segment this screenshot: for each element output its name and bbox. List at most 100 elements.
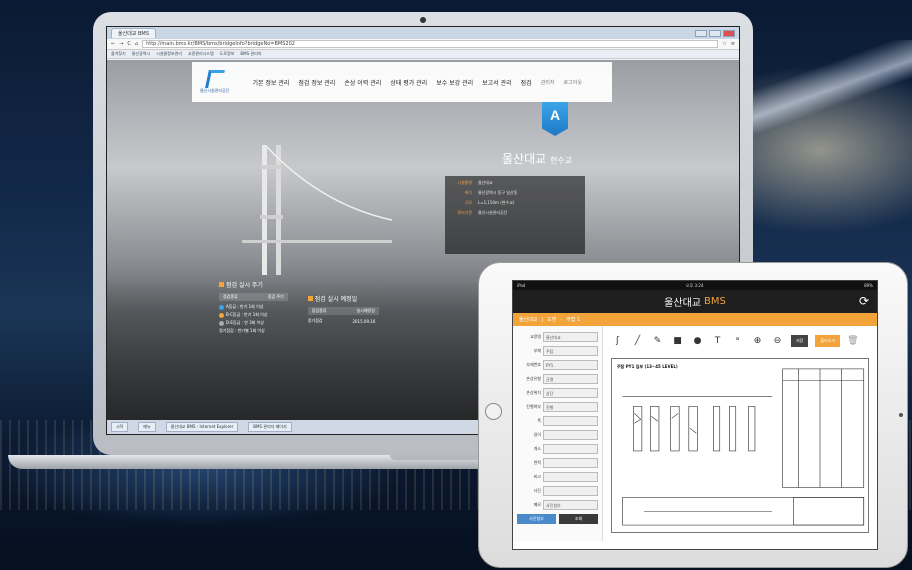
browser-tab[interactable]: 울산대교 BMS [111, 28, 156, 38]
form-row: 개소 [517, 444, 598, 454]
site-logo[interactable]: 울산시설관리공단 [200, 70, 229, 94]
bookmark-item[interactable]: 즐겨찾기 [111, 51, 126, 57]
load-button[interactable]: 불러오기 [815, 335, 841, 347]
info-key: 규모 [464, 200, 472, 205]
form-label: 폭 [537, 418, 541, 423]
photo-button[interactable]: 사진첨부 [517, 514, 556, 524]
schedule-col: 점검 주기 [267, 294, 284, 299]
nav-basic-info[interactable]: 기본 정보 관리 [252, 78, 289, 87]
forward-icon[interactable]: → [119, 41, 123, 47]
tablet-screen: iPad 오후 3:24 89% 울산대교 BMS ⟳ 울산대교 | 도면 › 주탑… [512, 280, 878, 550]
grade-dot-icon [219, 320, 224, 326]
bridge-name: 울산대교 [502, 152, 547, 166]
form-label: 손상유형 [526, 376, 541, 381]
text-icon[interactable]: T [711, 336, 724, 346]
search-button[interactable]: 조회 [559, 514, 598, 524]
circle-icon[interactable]: ● [691, 336, 704, 346]
maximize-button[interactable] [709, 29, 721, 37]
form-select[interactable]: 울산대교 [543, 332, 598, 342]
font-size-icon[interactable]: ᵃ [731, 336, 744, 346]
bookmark-item[interactable]: 울산광역시 [132, 51, 150, 57]
nav-repair[interactable]: 보수 보강 관리 [436, 78, 473, 87]
schedule-note: 정기점검 : 반기별 1회 이상 [219, 328, 265, 333]
pencil-icon[interactable]: ✎ [651, 336, 664, 346]
form-input[interactable] [543, 458, 598, 468]
info-value: 울산시설관리공단 [478, 210, 508, 215]
user-name[interactable]: 관리자 [541, 79, 555, 86]
schedule-line: A등급 : 반기 1회 이상 [219, 304, 288, 310]
refresh-icon[interactable]: ⟳ [859, 294, 869, 308]
form-row: 부재 주탑 [517, 346, 598, 356]
form-row: 메모 사진첨부 [517, 500, 598, 510]
nav-damage-history[interactable]: 손상 이력 관리 [344, 78, 381, 87]
form-select[interactable]: 균열 [543, 374, 598, 384]
nav-condition-eval[interactable]: 상태 평가 관리 [390, 78, 427, 87]
rectangle-icon[interactable]: ■ [671, 336, 684, 346]
form-label: 손상위치 [526, 390, 541, 395]
form-label: 비고 [533, 474, 541, 479]
close-button[interactable] [723, 29, 735, 37]
bridge-title: 울산대교 현수교 [502, 150, 572, 167]
nav-inspection[interactable]: 점검 [521, 78, 532, 87]
home-button[interactable] [485, 403, 502, 420]
form-select[interactable]: 상단 [543, 388, 598, 398]
logo-text: 울산시설관리공단 [200, 88, 230, 93]
reload-icon[interactable]: C [127, 41, 131, 47]
logo-icon [204, 70, 225, 88]
nav-inspection-info[interactable]: 점검 정보 관리 [298, 78, 335, 87]
bookmark-item[interactable]: 교량관리시스템 [188, 51, 214, 57]
minimize-button[interactable] [695, 29, 707, 37]
url-input[interactable]: http://main.bms.kr/BMS/bms/bridgeInfo?br… [142, 40, 719, 48]
breadcrumb-separator: › [560, 316, 563, 323]
form-input[interactable] [543, 444, 598, 454]
info-row: 시설물명 울산대교 [450, 180, 580, 186]
form-label: 부재 [533, 348, 541, 353]
status-time: 오후 3:24 [685, 282, 704, 288]
plan-row: 정기점검 2015.09.16 [308, 318, 379, 324]
info-row: 규모 L=1,150m (현수교) [450, 200, 580, 206]
zoom-in-icon[interactable]: ⊕ [751, 336, 764, 346]
star-icon[interactable]: ☆ [722, 41, 726, 47]
plan-cell: 2015.09.16 [352, 318, 376, 324]
nav-report[interactable]: 보고서 관리 [482, 78, 512, 87]
line-icon[interactable]: ╱ [631, 336, 644, 346]
form-input[interactable] [543, 486, 598, 496]
taskbar-item[interactable]: 울산대교 BMS - Internet Explorer [165, 422, 239, 432]
breadcrumb-item[interactable]: 주탑 1 [566, 316, 580, 323]
bookmark-item[interactable]: 시설물정보관리 [156, 51, 182, 57]
taskbar-item[interactable]: BMS 관리자 페이지 [248, 422, 292, 432]
taskbar-item[interactable]: 메뉴 [138, 422, 156, 432]
form-select[interactable]: 진행 [543, 402, 598, 412]
window-controls [695, 29, 735, 37]
bookmark-item[interactable]: 도로정보 [220, 51, 235, 57]
info-row: 관리기관 울산시설관리공단 [450, 210, 580, 216]
form-row: 비고 [517, 472, 598, 482]
start-button[interactable]: 시작 [111, 422, 129, 432]
bookmark-item[interactable]: BMS 관리자 [240, 51, 261, 57]
app-header: 울산대교 BMS ⟳ [513, 290, 877, 313]
info-key: 관리기관 [457, 210, 472, 215]
form-input[interactable] [543, 472, 598, 482]
form-select[interactable]: 주탑 [543, 346, 598, 356]
breadcrumb-item[interactable]: 도면 [547, 316, 556, 323]
form-row: 진행여부 진행 [517, 402, 598, 412]
plan-title: 점검 실시 예정일 [308, 294, 379, 303]
form-input[interactable] [543, 416, 598, 426]
home-icon[interactable]: ⌂ [135, 41, 138, 47]
form-input[interactable]: PY1 [543, 360, 598, 370]
back-icon[interactable]: ← [111, 41, 115, 47]
zoom-out-icon[interactable]: ⊖ [771, 336, 784, 346]
form-label: 사진 [533, 488, 541, 493]
trash-icon[interactable]: 🗑 [847, 336, 858, 346]
save-button[interactable]: 저장 [791, 335, 809, 347]
logout-link[interactable]: 로그아웃 [564, 79, 582, 86]
breadcrumb-item[interactable]: 울산대교 [519, 316, 537, 323]
tower-drawing[interactable]: 주탑 PY1 입부 (13~45 LEVEL) [611, 358, 869, 533]
info-value: L=1,150m (현수교) [478, 200, 515, 205]
form-input[interactable]: 사진첨부 [543, 500, 598, 510]
menu-icon[interactable]: ≡ [731, 41, 735, 47]
lasso-icon[interactable]: ʃ [611, 336, 624, 346]
grade-badge: A [542, 102, 568, 136]
form-input[interactable] [543, 430, 598, 440]
bridge-background [742, 40, 912, 160]
